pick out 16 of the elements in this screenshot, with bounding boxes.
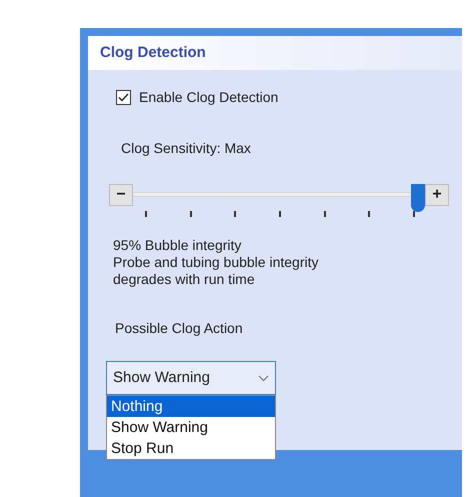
increase-button[interactable]: + bbox=[425, 184, 449, 206]
dropdown-option[interactable]: Show Warning bbox=[107, 417, 275, 438]
action-dropdown[interactable]: Show Warning bbox=[106, 361, 276, 395]
dropdown-option[interactable]: Stop Run bbox=[107, 438, 275, 459]
decrease-button[interactable]: − bbox=[109, 184, 133, 206]
info-text: degrades with run time bbox=[113, 271, 256, 288]
info-text: Probe and tubing bubble integrity bbox=[113, 254, 320, 271]
enable-checkbox[interactable]: Enable Clog Detection bbox=[116, 87, 462, 107]
slider-thumb[interactable] bbox=[411, 184, 425, 212]
info-text: 95% Bubble integrity bbox=[113, 237, 242, 254]
panel-title: Clog Detection bbox=[100, 42, 206, 63]
sensitivity-label: Clog Sensitivity: Max bbox=[121, 139, 252, 158]
chevron-down-icon bbox=[258, 374, 269, 382]
dropdown-option[interactable]: Nothing bbox=[107, 396, 275, 417]
action-label: Possible Clog Action bbox=[115, 319, 244, 338]
check-icon bbox=[118, 92, 129, 102]
